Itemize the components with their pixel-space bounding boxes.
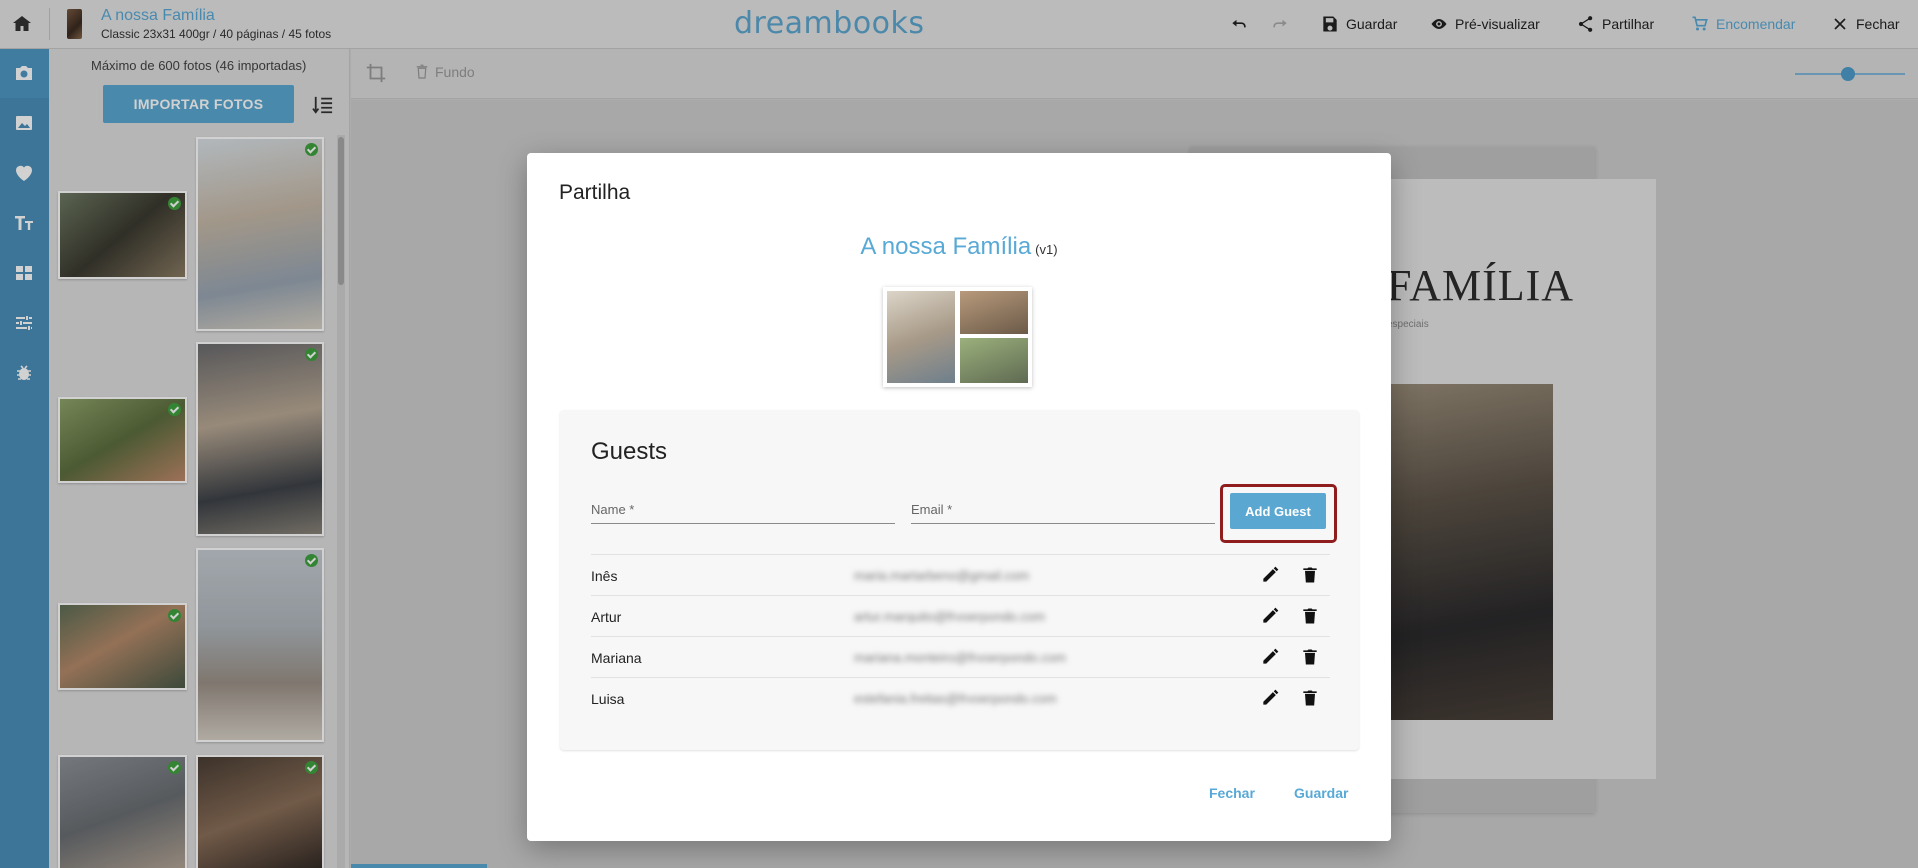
guest-email: mariana.monteiro@frvoerpondo.com — [854, 650, 1066, 665]
album-version: (v1) — [1035, 242, 1058, 257]
dialog-save-button[interactable]: Guardar — [1294, 785, 1348, 801]
guest-row: Luisa estefania.freitas@frvoerpondo.com — [591, 677, 1330, 718]
album-name: A nossa Família (v1) — [527, 233, 1391, 261]
delete-icon[interactable] — [1300, 647, 1320, 667]
email-field[interactable] — [911, 494, 1215, 524]
share-dialog: Partilha A nossa Família(v1) Guests Add … — [527, 153, 1391, 841]
guest-name: Mariana — [591, 650, 642, 666]
delete-icon[interactable] — [1300, 688, 1320, 708]
guest-name: Inês — [591, 568, 618, 584]
guest-row: Mariana mariana.monteiro@frvoerpondo.com — [591, 636, 1330, 677]
edit-icon[interactable] — [1260, 606, 1280, 626]
dialog-title: Partilha — [559, 181, 631, 204]
guest-row: Artur artur.marquito@frvoerpondo.com — [591, 595, 1330, 636]
edit-icon[interactable] — [1260, 688, 1280, 708]
guest-row: Inês maria.martarbeno@gmail.com — [591, 554, 1330, 595]
cover-photo — [887, 291, 955, 383]
guest-email: estefania.freitas@frvoerpondo.com — [854, 691, 1057, 706]
delete-icon[interactable] — [1300, 565, 1320, 585]
album-name-text: A nossa Família — [860, 233, 1032, 260]
email-input[interactable] — [911, 494, 1215, 517]
album-cover-preview — [883, 287, 1032, 387]
dialog-close-button[interactable]: Fechar — [1209, 785, 1255, 801]
guest-email: maria.martarbeno@gmail.com — [854, 568, 1030, 583]
guests-card: Guests Add Guest Inês maria.martarbeno@g… — [560, 410, 1359, 750]
guest-email: artur.marquito@frvoerpondo.com — [854, 609, 1045, 624]
guest-name: Artur — [591, 609, 622, 625]
guests-title: Guests — [591, 438, 668, 465]
name-input[interactable] — [591, 494, 895, 517]
edit-icon[interactable] — [1260, 565, 1280, 585]
guest-name: Luisa — [591, 691, 625, 707]
delete-icon[interactable] — [1300, 606, 1320, 626]
add-guest-button[interactable]: Add Guest — [1230, 493, 1326, 529]
edit-icon[interactable] — [1260, 647, 1280, 667]
cover-photo — [960, 338, 1028, 383]
name-field[interactable] — [591, 494, 895, 524]
cover-photo — [960, 291, 1028, 334]
